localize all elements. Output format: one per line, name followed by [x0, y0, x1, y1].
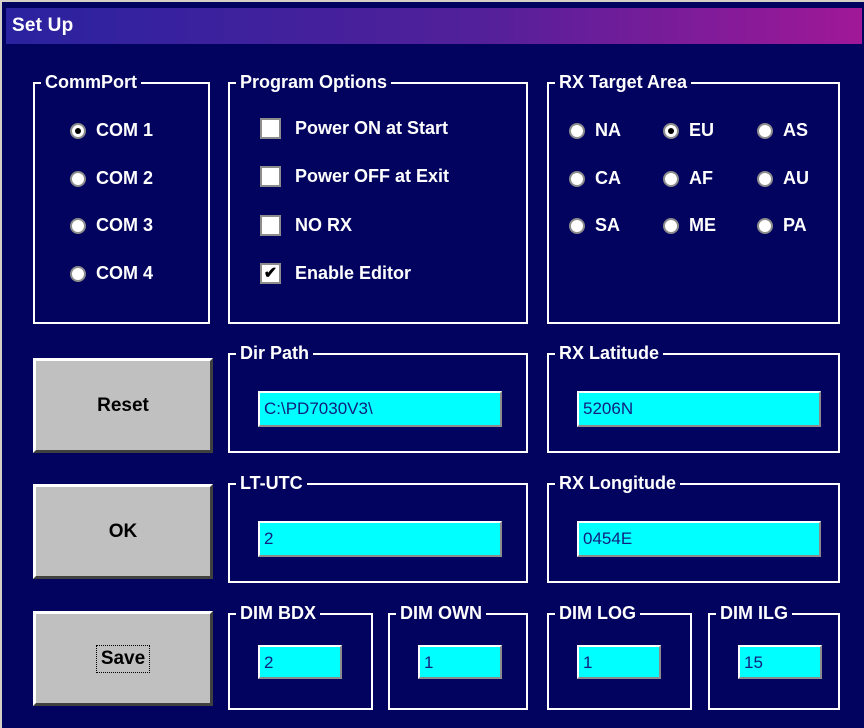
checkbox-indicator[interactable]: ✔: [260, 263, 281, 284]
window-title: Set Up: [12, 15, 74, 36]
rx-latitude-input[interactable]: 5206N: [577, 391, 821, 427]
radio-label: NA: [595, 120, 621, 140]
radio-pa[interactable]: PA: [757, 215, 807, 236]
lt-utc-group: LT-UTC 2: [228, 471, 528, 583]
radio-label: PA: [783, 215, 807, 235]
dir-path-label: Dir Path: [236, 341, 314, 365]
radio-na[interactable]: NA: [569, 120, 621, 141]
rx-target-area-label: RX Target Area: [555, 70, 692, 94]
dim-ilg-input[interactable]: 15: [738, 645, 822, 679]
radio-label: ME: [689, 215, 716, 235]
radio-com3[interactable]: COM 3: [70, 215, 153, 236]
radio-ca[interactable]: CA: [569, 168, 621, 189]
radio-as[interactable]: AS: [757, 120, 808, 141]
dim-own-input[interactable]: 1: [418, 645, 502, 679]
checkbox-label: Power OFF at Exit: [295, 166, 450, 186]
lt-utc-label: LT-UTC: [236, 471, 307, 495]
radio-af[interactable]: AF: [663, 168, 713, 189]
radio-label: AF: [689, 168, 713, 188]
rx-longitude-input[interactable]: 0454E: [577, 521, 821, 557]
dim-own-group: DIM OWN 1: [388, 601, 528, 710]
checkbox-label: Power ON at Start: [295, 118, 449, 138]
dim-bdx-input[interactable]: 2: [258, 645, 342, 679]
radio-indicator[interactable]: [70, 265, 86, 282]
reset-button[interactable]: Reset: [33, 358, 213, 453]
checkbox-power-off-at-exit[interactable]: Power OFF at Exit: [260, 166, 449, 187]
lt-utc-input[interactable]: 2: [258, 521, 502, 557]
dim-ilg-group: DIM ILG 15: [708, 601, 840, 710]
checkbox-indicator[interactable]: [260, 166, 281, 187]
dim-log-label: DIM LOG: [555, 601, 640, 625]
radio-indicator[interactable]: [569, 217, 585, 234]
radio-label: AU: [783, 168, 809, 188]
radio-com2[interactable]: COM 2: [70, 168, 153, 189]
dim-ilg-label: DIM ILG: [716, 601, 792, 625]
radio-indicator[interactable]: [757, 217, 773, 234]
rx-latitude-label: RX Latitude: [555, 341, 664, 365]
radio-eu[interactable]: EU: [663, 120, 714, 141]
radio-com4[interactable]: COM 4: [70, 263, 153, 284]
ok-button[interactable]: OK: [33, 484, 213, 579]
radio-au[interactable]: AU: [757, 168, 809, 189]
radio-sa[interactable]: SA: [569, 215, 620, 236]
radio-indicator[interactable]: [569, 122, 585, 139]
radio-label: COM 1: [96, 120, 154, 140]
radio-com1[interactable]: COM 1: [70, 120, 153, 141]
radio-label: COM 4: [96, 263, 154, 283]
radio-indicator[interactable]: [70, 170, 86, 187]
commport-label: CommPort: [41, 70, 142, 94]
checkbox-indicator[interactable]: [260, 118, 281, 139]
dir-path-group: Dir Path C:\PD7030V3\: [228, 341, 528, 453]
dim-bdx-group: DIM BDX 2: [228, 601, 373, 710]
radio-indicator[interactable]: [757, 170, 773, 187]
dim-own-label: DIM OWN: [396, 601, 486, 625]
rx-longitude-label: RX Longitude: [555, 471, 680, 495]
checkbox-label: NO RX: [295, 215, 353, 235]
dim-log-input[interactable]: 1: [577, 645, 661, 679]
dim-log-group: DIM LOG 1: [547, 601, 692, 710]
checkmark-icon: ✔: [263, 264, 278, 282]
rx-latitude-group: RX Latitude 5206N: [547, 341, 840, 453]
radio-label: SA: [595, 215, 621, 235]
program-options-label: Program Options: [236, 70, 392, 94]
checkbox-no-rx[interactable]: NO RX: [260, 215, 352, 236]
radio-me[interactable]: ME: [663, 215, 716, 236]
radio-label: COM 3: [96, 215, 154, 235]
radio-indicator[interactable]: [663, 217, 679, 234]
checkbox-power-on-at-start[interactable]: Power ON at Start: [260, 118, 448, 139]
checkbox-indicator[interactable]: [260, 215, 281, 236]
radio-label: CA: [595, 168, 621, 188]
checkbox-enable-editor[interactable]: ✔ Enable Editor: [260, 263, 411, 284]
radio-indicator[interactable]: [663, 170, 679, 187]
save-button[interactable]: Save: [33, 611, 213, 706]
radio-indicator[interactable]: [569, 170, 585, 187]
checkbox-label: Enable Editor: [295, 263, 412, 283]
radio-indicator[interactable]: [663, 122, 679, 139]
title-bar[interactable]: Set Up: [6, 8, 862, 44]
radio-indicator[interactable]: [70, 122, 86, 139]
radio-label: COM 2: [96, 168, 154, 188]
ok-button-label: OK: [108, 520, 138, 542]
setup-window: Set Up CommPort COM 1 COM 2 COM 3 COM 4 …: [0, 0, 864, 728]
reset-button-label: Reset: [97, 394, 149, 416]
radio-label: AS: [783, 120, 809, 140]
commport-group: CommPort COM 1 COM 2 COM 3 COM 4: [33, 70, 210, 324]
radio-indicator[interactable]: [757, 122, 773, 139]
program-options-group: Program Options Power ON at Start Power …: [228, 70, 528, 324]
dim-bdx-label: DIM BDX: [236, 601, 320, 625]
radio-label: EU: [689, 120, 715, 140]
save-button-label: Save: [95, 644, 151, 673]
dir-path-input[interactable]: C:\PD7030V3\: [258, 391, 502, 427]
rx-longitude-group: RX Longitude 0454E: [547, 471, 840, 583]
rx-target-area-group: RX Target Area NA EU AS CA AF AU SA ME P…: [547, 70, 840, 324]
radio-indicator[interactable]: [70, 217, 86, 234]
